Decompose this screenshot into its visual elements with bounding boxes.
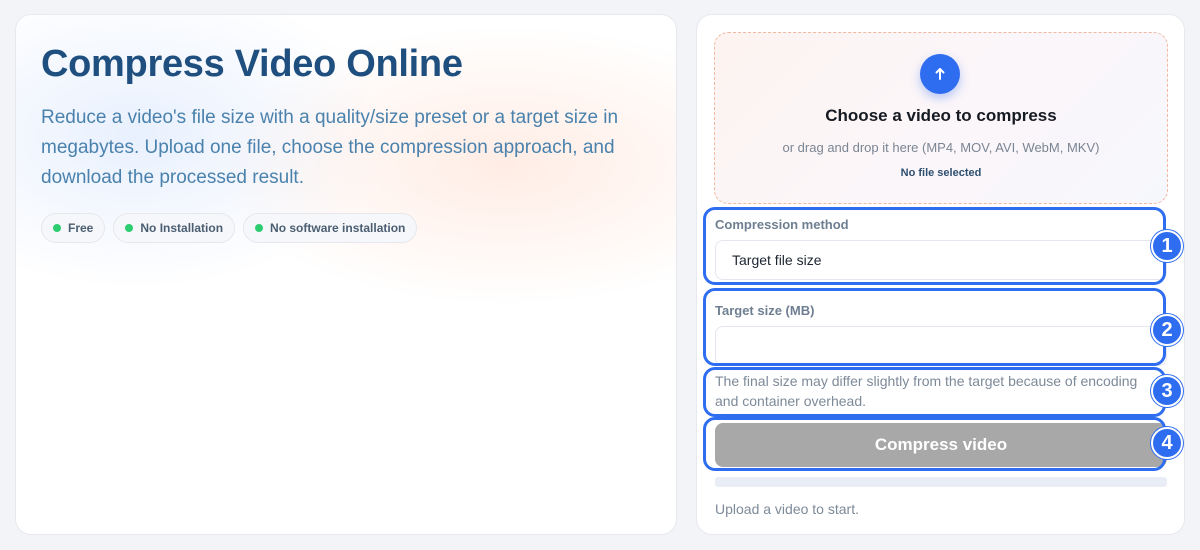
feature-badges: Free No Installation No software install… bbox=[41, 213, 418, 243]
target-size-helper-text: The final size may differ slightly from … bbox=[715, 373, 1138, 409]
hero-card: Compress Video Online Reduce a video's f… bbox=[15, 14, 677, 535]
badge-free: Free bbox=[41, 213, 106, 243]
hero-background-glow bbox=[16, 15, 676, 534]
compress-tool-card: Choose a video to compress or drag and d… bbox=[696, 14, 1185, 535]
badge-no-installation: No Installation bbox=[113, 213, 236, 243]
compress-video-button[interactable]: Compress video bbox=[715, 423, 1167, 467]
progress-bar bbox=[715, 477, 1167, 487]
page-title: Compress Video Online bbox=[41, 43, 463, 85]
callout-marker-1: 1 bbox=[1151, 230, 1183, 262]
badge-no-software-installation: No software installation bbox=[243, 213, 418, 243]
target-size-label: Target size (MB) bbox=[715, 303, 815, 318]
green-dot-icon bbox=[255, 224, 264, 232]
dropzone-title: Choose a video to compress bbox=[825, 106, 1057, 125]
compression-method-select[interactable]: Target file size bbox=[715, 240, 1167, 280]
target-size-input[interactable] bbox=[715, 326, 1167, 366]
upload-button[interactable] bbox=[920, 54, 960, 94]
callout-marker-3: 3 bbox=[1151, 375, 1183, 407]
callout-marker-4: 4 bbox=[1151, 427, 1183, 459]
green-dot-icon bbox=[125, 224, 134, 232]
video-dropzone[interactable]: Choose a video to compress or drag and d… bbox=[714, 32, 1168, 204]
page-description: Reduce a video's file size with a qualit… bbox=[41, 107, 619, 188]
file-status: No file selected bbox=[900, 167, 982, 179]
compression-method-label: Compression method bbox=[715, 217, 849, 232]
badge-label: No Installation bbox=[140, 221, 224, 235]
badge-label: Free bbox=[68, 221, 94, 235]
dropzone-subtitle: or drag and drop it here (MP4, MOV, AVI,… bbox=[782, 140, 1100, 155]
status-message: Upload a video to start. bbox=[715, 501, 859, 517]
arrow-up-icon bbox=[935, 68, 945, 80]
callout-marker-2: 2 bbox=[1151, 314, 1183, 346]
badge-label: No software installation bbox=[270, 221, 406, 235]
green-dot-icon bbox=[53, 224, 61, 232]
